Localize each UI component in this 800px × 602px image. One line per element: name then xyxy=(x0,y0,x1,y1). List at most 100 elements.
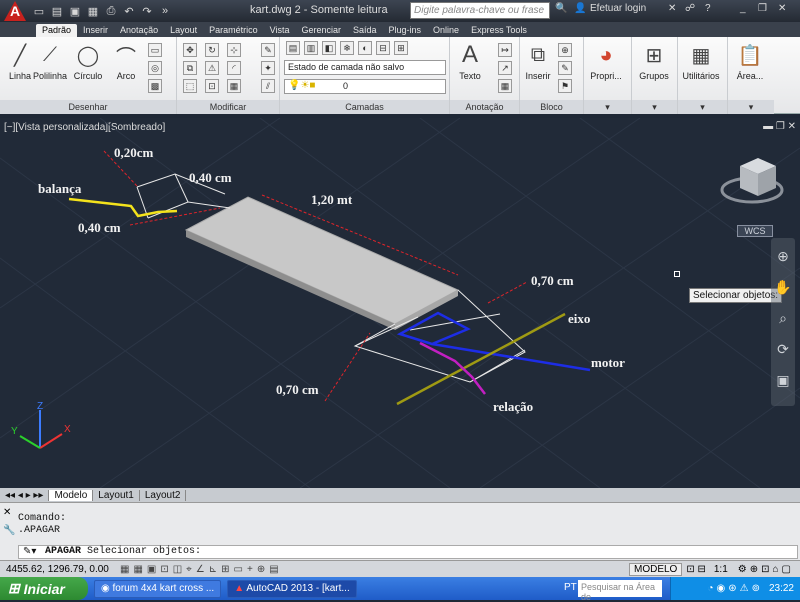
stretch-icon[interactable]: ⬚ xyxy=(183,79,197,93)
status-tray-icons[interactable]: ⚙⊕⊡⌂▢ xyxy=(732,564,800,575)
desktop-search-input[interactable]: Pesquisar na Área de xyxy=(578,580,662,602)
table-icon[interactable]: ▦ xyxy=(498,79,512,93)
clipboard-panel-dropdown[interactable]: ▾ xyxy=(728,100,774,114)
save-as-icon[interactable]: ▦ xyxy=(85,3,101,19)
application-menu-button[interactable]: A xyxy=(0,0,30,22)
quick-view-icons[interactable]: ⊡ ⊟ xyxy=(682,564,710,575)
tab-layout[interactable]: Layout xyxy=(164,24,203,37)
tab-anotacao[interactable]: Anotação xyxy=(114,24,164,37)
tab-inserir[interactable]: Inserir xyxy=(77,24,114,37)
create-block-icon[interactable]: ⊕ xyxy=(558,43,572,57)
label-0-70cm-right[interactable]: 0,70 cm xyxy=(531,273,574,288)
label-balanca[interactable]: balança xyxy=(38,181,82,196)
navigation-bar[interactable]: ⊕ ✋ ⌕ ⟳ ▣ xyxy=(771,238,795,406)
arc-tool-button[interactable]: ⌒ Arco xyxy=(106,41,146,82)
rotate-icon[interactable]: ↻ xyxy=(205,43,219,57)
user-icon[interactable]: 👤 xyxy=(574,3,586,14)
trim-icon[interactable]: ⊹ xyxy=(227,43,241,57)
minimize-window-button[interactable]: _ xyxy=(740,3,746,14)
tab-express-tools[interactable]: Express Tools xyxy=(465,24,533,37)
pan-icon[interactable]: ✋ xyxy=(771,279,795,296)
save-icon[interactable]: ▣ xyxy=(67,3,83,19)
tab-parametrico[interactable]: Paramétrico xyxy=(203,24,264,37)
edit-block-icon[interactable]: ✎ xyxy=(558,61,572,75)
close-window-button[interactable]: ✕ xyxy=(778,3,786,14)
quick-access-dropdown-icon[interactable]: » xyxy=(157,3,173,19)
properties-button[interactable]: ◕ Propri... xyxy=(586,41,626,81)
undo-icon[interactable]: ↶ xyxy=(121,3,137,19)
erase-icon[interactable]: ✎ xyxy=(261,43,275,57)
explode-icon[interactable]: ✦ xyxy=(261,61,275,75)
ellipse-icon[interactable]: ◎ xyxy=(148,61,162,75)
model-space-button[interactable]: MODELO xyxy=(628,562,683,576)
label-0-20cm[interactable]: 0,20cm xyxy=(114,145,154,160)
help-icon[interactable]: ? xyxy=(705,3,711,14)
area-button[interactable]: 📋 Área... xyxy=(730,41,770,82)
drawing-viewport[interactable]: [−][Vista personalizada][Sombreado] ▬ ❐ … xyxy=(0,118,800,488)
tab-plugins[interactable]: Plug-ins xyxy=(383,24,428,37)
coordinate-readout[interactable]: 4455.62, 1296.79, 0.00 xyxy=(0,564,120,575)
tab-vista[interactable]: Vista xyxy=(264,24,296,37)
tray-icons[interactable]: ◔◉⊛⚠⊚ xyxy=(707,583,763,594)
restore-window-button[interactable]: ❐ xyxy=(758,3,767,14)
layer-lock-icon[interactable]: ⊟ xyxy=(376,41,390,55)
label-1-20mt[interactable]: 1,20 mt xyxy=(311,192,353,207)
drafting-toggles[interactable]: ▦▦▣⊡◫⌖∠⊾⊞▭+⊕▤ xyxy=(120,564,283,575)
text-tool-button[interactable]: A Texto xyxy=(450,41,490,81)
steering-wheel-icon[interactable]: ⊕ xyxy=(771,248,795,265)
scale-icon[interactable]: ⊡ xyxy=(205,79,219,93)
offset-icon[interactable]: ⫽ xyxy=(261,79,275,93)
label-eixo[interactable]: eixo xyxy=(568,311,590,326)
showmotion-icon[interactable]: ▣ xyxy=(771,372,795,389)
tab-layout1[interactable]: Layout1 xyxy=(93,489,140,501)
language-indicator[interactable]: PT xyxy=(564,582,577,593)
layer-state-select[interactable]: Estado de camada não salvo xyxy=(284,60,446,75)
modify-panel-title[interactable]: Modificar xyxy=(177,100,279,114)
tab-model[interactable]: Modelo xyxy=(49,489,94,501)
tab-padrao[interactable]: Padrão xyxy=(36,24,78,37)
command-close-icon[interactable]: ✕ xyxy=(3,507,11,518)
hatch-icon[interactable]: ▩ xyxy=(148,79,162,93)
open-file-icon[interactable]: ▤ xyxy=(49,3,65,19)
taskbar-firefox[interactable]: ◉ forum 4x4 kart cross ... xyxy=(94,579,222,598)
orbit-icon[interactable]: ⟳ xyxy=(771,341,795,358)
print-icon[interactable]: ⎙ xyxy=(103,3,119,19)
login-button[interactable]: Efetuar login xyxy=(590,3,646,14)
rectangle-icon[interactable]: ▭ xyxy=(148,43,162,57)
tab-layout2[interactable]: Layout2 xyxy=(140,489,187,501)
taskbar-autocad[interactable]: ▲ AutoCAD 2013 - [kart... xyxy=(227,579,357,598)
help-search-input[interactable]: Digite palavra-chave ou frase xyxy=(410,2,550,19)
groups-panel-dropdown[interactable]: ▾ xyxy=(632,100,677,114)
leader-icon[interactable]: ↗ xyxy=(498,61,512,75)
label-0-70cm-bottom[interactable]: 0,70 cm xyxy=(276,382,319,397)
zoom-icon[interactable]: ⌕ xyxy=(771,310,795,327)
fillet-icon[interactable]: ◜ xyxy=(227,61,241,75)
block-attributes-icon[interactable]: ⚑ xyxy=(558,79,572,93)
wcs-menu-button[interactable]: WCS xyxy=(737,225,773,237)
circle-tool-button[interactable]: ◯ Círculo xyxy=(68,41,108,82)
layer-properties-icon[interactable]: ▤ xyxy=(286,41,300,55)
annotation-scale[interactable]: 1:1 xyxy=(710,564,732,575)
array-icon[interactable]: ▦ xyxy=(227,79,241,93)
label-motor[interactable]: motor xyxy=(591,355,625,370)
move-icon[interactable]: ✥ xyxy=(183,43,197,57)
tab-saida[interactable]: Saída xyxy=(347,24,383,37)
label-0-40cm-top[interactable]: 0,40 cm xyxy=(189,170,232,185)
layer-match-icon[interactable]: ⊞ xyxy=(394,41,408,55)
kart-plate[interactable] xyxy=(184,196,460,330)
dimension-icon[interactable]: ↦ xyxy=(498,43,512,57)
redo-icon[interactable]: ↷ xyxy=(139,3,155,19)
layer-isolate-icon[interactable]: ◧ xyxy=(322,41,336,55)
layout-nav-arrows[interactable]: ◂◂ ◂ ▸ ▸▸ xyxy=(0,489,50,501)
label-relacao[interactable]: relação xyxy=(493,399,533,414)
command-settings-icon[interactable]: 🔧 xyxy=(3,525,15,536)
block-panel-title[interactable]: Bloco xyxy=(520,100,583,114)
polyline-tool-button[interactable]: ⟋ Polilinha xyxy=(30,41,70,82)
layer-freeze-icon[interactable]: ❄ xyxy=(340,41,354,55)
layers-panel-title[interactable]: Camadas xyxy=(280,100,449,114)
groups-button[interactable]: ⊞ Grupos xyxy=(634,41,674,82)
properties-panel-dropdown[interactable]: ▾ xyxy=(584,100,631,114)
exchange-icon[interactable]: ✕ xyxy=(668,3,676,14)
utilities-button[interactable]: ▦ Utilitários xyxy=(681,41,721,82)
command-input[interactable]: ✎▾ APAGAR Selecionar objetos: xyxy=(18,545,798,559)
